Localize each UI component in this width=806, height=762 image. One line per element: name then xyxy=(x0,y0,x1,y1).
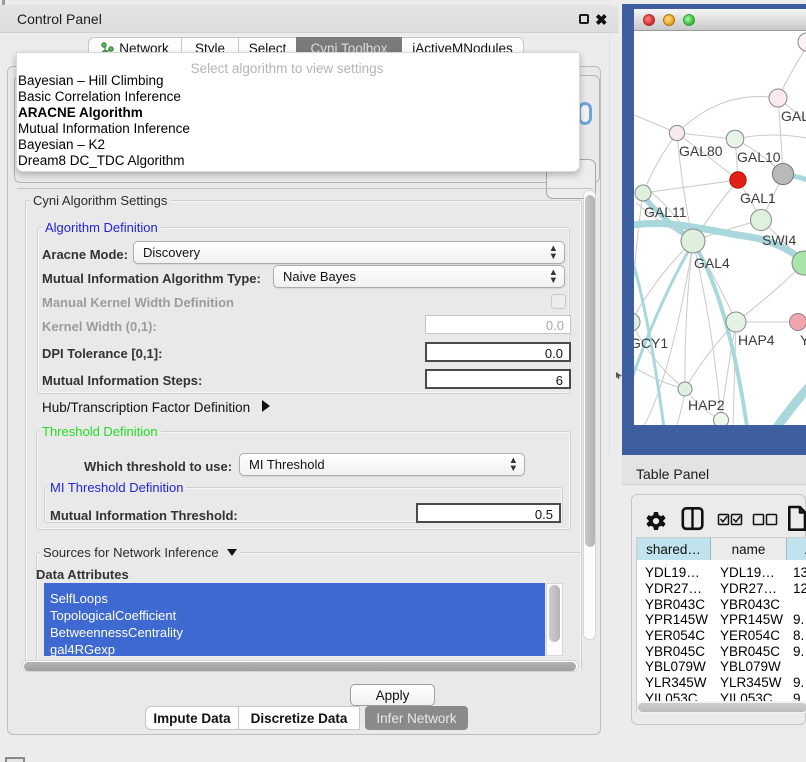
svg-text:SWI4: SWI4 xyxy=(762,232,796,248)
svg-text:GCY1: GCY1 xyxy=(634,335,668,351)
svg-text:HAP4: HAP4 xyxy=(738,332,775,348)
svg-text:GAL11: GAL11 xyxy=(644,204,687,220)
svg-text:GAL1: GAL1 xyxy=(740,190,776,206)
svg-text:GAL4: GAL4 xyxy=(694,255,730,271)
svg-text:GAL10: GAL10 xyxy=(737,149,781,165)
svg-text:HAP2: HAP2 xyxy=(688,397,725,413)
svg-text:GAL: GAL xyxy=(781,108,806,124)
svg-text:Y: Y xyxy=(800,332,806,348)
svg-text:GAL80: GAL80 xyxy=(679,143,723,159)
